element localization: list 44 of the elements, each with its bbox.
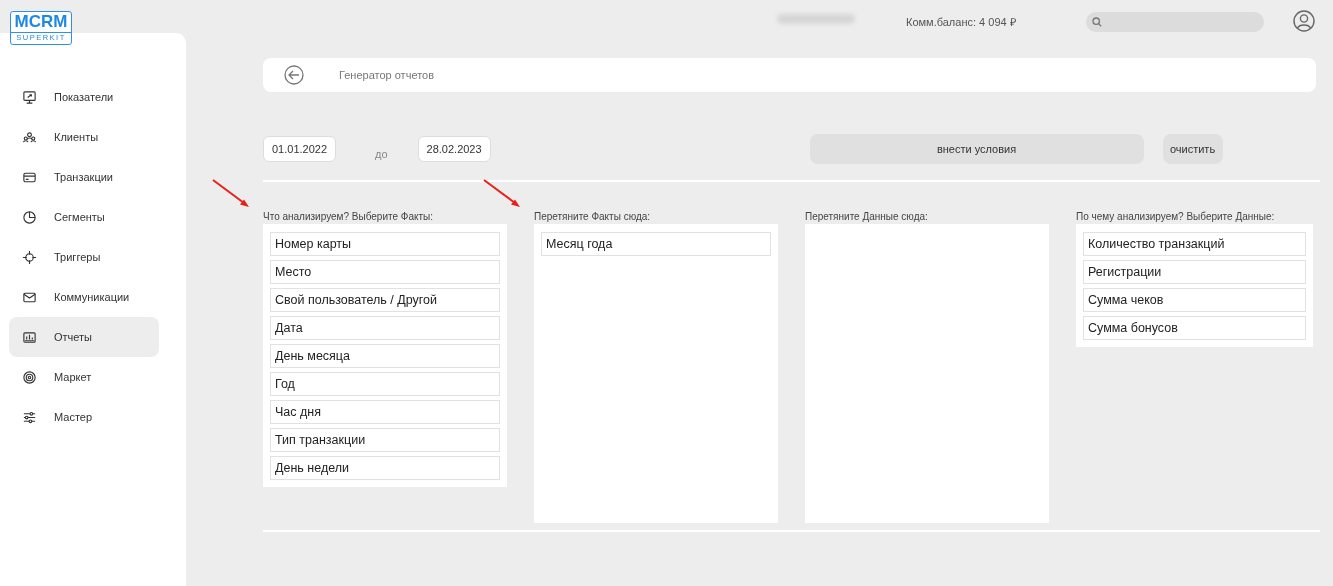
sidebar-item[interactable]: Коммуникации <box>9 277 159 317</box>
crosshair-icon <box>22 249 37 265</box>
draggable-field[interactable]: Место <box>270 260 500 284</box>
draggable-field[interactable]: Тип транзакции <box>270 428 500 452</box>
sidebar-item[interactable]: Триггеры <box>9 237 159 277</box>
column-title: По чему анализируем? Выберите Данные: <box>1076 210 1276 224</box>
draggable-field[interactable]: Свой пользователь / Другой <box>270 288 500 312</box>
search-field[interactable] <box>1086 12 1264 32</box>
balance-text: Комм.баланс: 4 094 ₽ <box>906 15 1016 29</box>
draggable-field[interactable]: Регистрации <box>1083 260 1306 284</box>
draggable-field[interactable]: Сумма чеков <box>1083 288 1306 312</box>
sidebar-item[interactable]: Мастер <box>9 397 159 437</box>
apply-conditions-button[interactable]: внести условия <box>809 134 1144 164</box>
draggable-field[interactable]: Час дня <box>270 400 500 424</box>
draggable-field[interactable]: День недели <box>270 456 500 480</box>
draggable-field[interactable]: День месяца <box>270 344 500 368</box>
date-to-field[interactable]: 28.02.2023 <box>417 136 491 162</box>
draggable-field[interactable]: Год <box>270 372 500 396</box>
clear-button[interactable]: очистить <box>1162 134 1223 164</box>
bar-chart-icon <box>22 329 37 345</box>
date-from-field[interactable]: 01.01.2022 <box>263 136 336 162</box>
pie-chart-icon <box>22 209 37 225</box>
draggable-field[interactable]: Месяц года <box>541 232 771 256</box>
date-separator: до <box>375 148 388 160</box>
draggable-field[interactable]: Количество транзакций <box>1083 232 1306 256</box>
sidebar-item[interactable]: Маркет <box>9 357 159 397</box>
monitor-icon <box>22 89 37 105</box>
draggable-field[interactable]: Номер карты <box>270 232 500 256</box>
sidebar-item[interactable]: Показатели <box>9 77 159 117</box>
target-icon <box>22 369 37 385</box>
sidebar-item[interactable]: Клиенты <box>9 117 159 157</box>
column-title: Что анализируем? Выберите Факты: <box>263 210 434 224</box>
draggable-field[interactable]: Сумма бонусов <box>1083 316 1306 340</box>
user-avatar-icon[interactable] <box>1293 10 1315 32</box>
sliders-icon <box>22 409 37 425</box>
sidebar-item[interactable]: Отчеты <box>9 317 159 357</box>
column-title: Перетяните Факты сюда: <box>534 210 652 224</box>
sidebar-item[interactable]: Сегменты <box>9 197 159 237</box>
column-title: Перетяните Данные сюда: <box>805 210 929 224</box>
sidebar-item[interactable]: Транзакции <box>9 157 159 197</box>
draggable-field[interactable]: Дата <box>270 316 500 340</box>
page-title: Генератор отчетов <box>339 69 434 81</box>
search-icon <box>1092 17 1102 27</box>
people-icon <box>22 129 37 145</box>
